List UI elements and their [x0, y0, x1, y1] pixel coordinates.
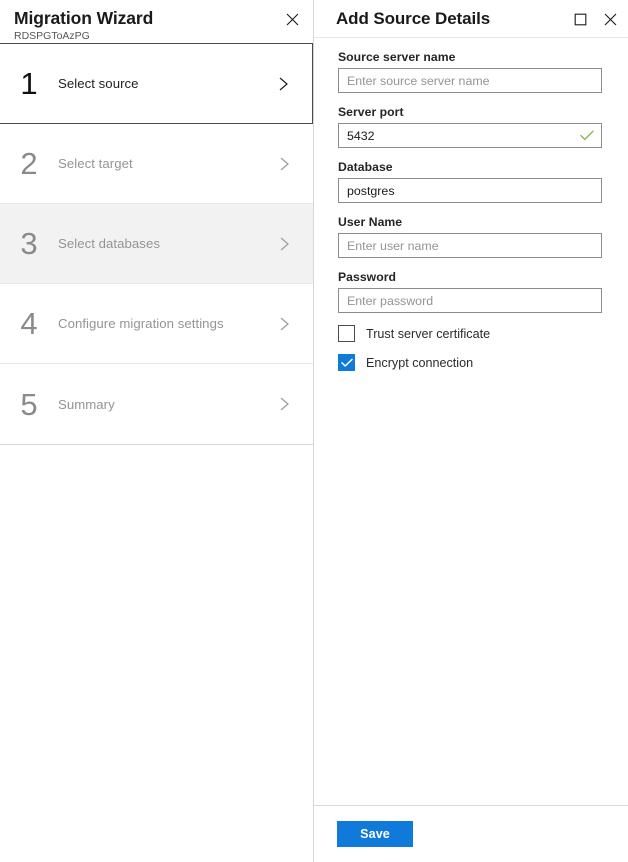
field-label: Source server name: [338, 50, 602, 64]
wizard-panel: Migration Wizard RDSPGToAzPG 1 Select so…: [0, 0, 314, 862]
checkbox-box[interactable]: [338, 325, 355, 342]
checkmark-icon: [341, 358, 353, 368]
chevron-right-icon: [275, 395, 293, 413]
step-number: 2: [0, 148, 58, 179]
step-label: Select target: [58, 156, 275, 171]
input-wrapper: [338, 68, 602, 93]
field-server-port: Server port: [338, 105, 602, 148]
step-number: 1: [0, 68, 58, 99]
input-wrapper: [338, 233, 602, 258]
field-password: Password: [338, 270, 602, 313]
password-input[interactable]: [339, 289, 601, 312]
step-label: Select databases: [58, 236, 275, 251]
checkbox-box[interactable]: [338, 354, 355, 371]
field-database: Database: [338, 160, 602, 203]
wizard-step-list: 1 Select source 2 Select target 3 Select…: [0, 44, 313, 445]
sidebar-item-select-source[interactable]: 1 Select source: [0, 43, 313, 124]
server-port-input[interactable]: [339, 124, 601, 147]
database-input[interactable]: [339, 179, 601, 202]
field-label: User Name: [338, 215, 602, 229]
sidebar-item-select-target[interactable]: 2 Select target: [0, 124, 313, 204]
step-label: Select source: [58, 76, 274, 91]
wizard-empty-area: [0, 445, 313, 862]
input-wrapper: [338, 123, 602, 148]
checkbox-label: Trust server certificate: [366, 327, 490, 341]
step-number: 5: [0, 389, 58, 420]
chevron-right-icon: [275, 155, 293, 173]
migration-wizard-window: Migration Wizard RDSPGToAzPG 1 Select so…: [0, 0, 628, 862]
source-server-name-input[interactable]: [339, 69, 601, 92]
user-name-input[interactable]: [339, 234, 601, 257]
close-icon: [604, 13, 617, 26]
chevron-right-icon: [274, 75, 292, 93]
add-source-details-dialog: Add Source Details: [314, 0, 628, 862]
input-wrapper: [338, 178, 602, 203]
field-label: Password: [338, 270, 602, 284]
maximize-icon: [574, 13, 587, 26]
save-button[interactable]: Save: [337, 821, 413, 847]
wizard-header: Migration Wizard RDSPGToAzPG: [0, 0, 313, 44]
dialog-maximize-button[interactable]: [566, 5, 594, 33]
page-title: Migration Wizard: [14, 6, 299, 29]
dialog-title: Add Source Details: [336, 9, 490, 29]
step-label: Summary: [58, 397, 275, 412]
sidebar-item-summary[interactable]: 5 Summary: [0, 364, 313, 444]
input-wrapper: [338, 288, 602, 313]
dialog-header: Add Source Details: [314, 0, 628, 38]
dialog-close-button[interactable]: [596, 5, 624, 33]
chevron-right-icon: [275, 315, 293, 333]
source-details-form: Source server name Server port Da: [314, 38, 628, 805]
chevron-right-icon: [275, 235, 293, 253]
field-source-server-name: Source server name: [338, 50, 602, 93]
sidebar-item-configure-migration-settings[interactable]: 4 Configure migration settings: [0, 284, 313, 364]
field-user-name: User Name: [338, 215, 602, 258]
dialog-window-controls: [566, 0, 624, 38]
step-label: Configure migration settings: [58, 316, 275, 331]
sidebar-item-select-databases[interactable]: 3 Select databases: [0, 204, 313, 284]
field-label: Server port: [338, 105, 602, 119]
field-label: Database: [338, 160, 602, 174]
step-number: 4: [0, 308, 58, 339]
close-icon: [286, 13, 299, 26]
wizard-close-button[interactable]: [279, 6, 305, 32]
checkbox-encrypt-connection[interactable]: Encrypt connection: [338, 354, 602, 371]
dialog-footer: Save: [314, 805, 628, 862]
step-number: 3: [0, 228, 58, 259]
checkbox-label: Encrypt connection: [366, 356, 473, 370]
page-subtitle: RDSPGToAzPG: [14, 30, 299, 43]
checkbox-trust-server-certificate[interactable]: Trust server certificate: [338, 325, 602, 342]
